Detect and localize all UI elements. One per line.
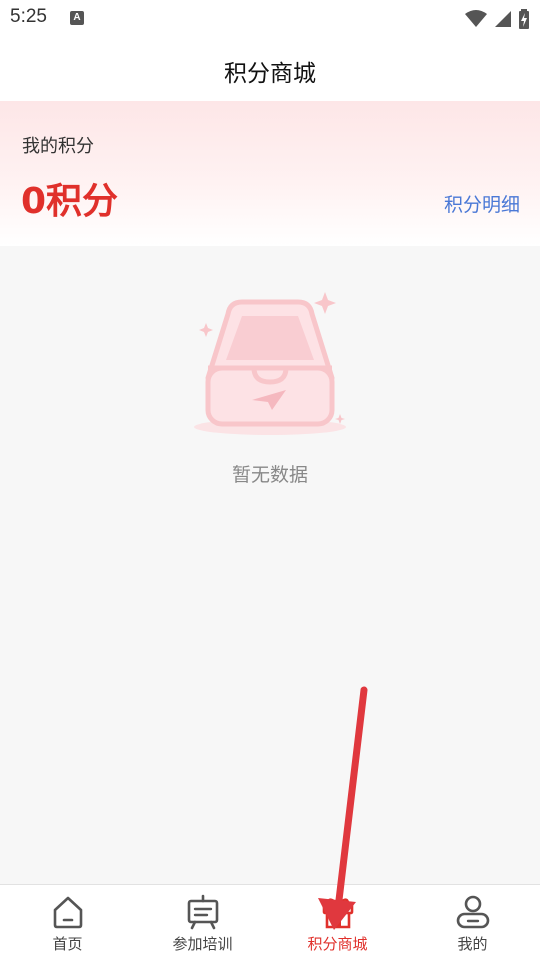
points-detail-link[interactable]: 积分明细 — [444, 190, 520, 217]
tab-home[interactable]: 首页 — [0, 885, 135, 960]
gift-icon — [322, 898, 353, 929]
points-card: 我的积分 0积分 积分明细 — [0, 101, 540, 246]
status-icons — [464, 8, 530, 29]
cell-signal-icon — [494, 10, 511, 27]
empty-inbox-icon — [194, 292, 346, 435]
notification-icon: A — [70, 11, 84, 25]
tab-points-mall-label: 积分商城 — [307, 935, 368, 953]
tab-home-label: 首页 — [52, 935, 83, 953]
training-board-icon — [187, 894, 218, 930]
status-bar: 5:25 A — [0, 0, 540, 36]
empty-state: 暂无数据 — [0, 246, 540, 884]
tab-bar: 首页 参加培训 积分商城 我的 — [0, 884, 540, 960]
status-time: 5:25 — [10, 6, 47, 27]
wifi-icon — [464, 9, 487, 27]
app-header: 积分商城 — [0, 36, 540, 101]
page-title: 积分商城 — [224, 61, 316, 87]
battery-icon — [519, 8, 529, 29]
tab-training[interactable]: 参加培训 — [135, 885, 270, 960]
points-value: 0积分 — [21, 181, 119, 222]
tab-points-mall[interactable]: 积分商城 — [270, 885, 405, 960]
tab-mine-label: 我的 — [457, 935, 488, 953]
tab-mine[interactable]: 我的 — [405, 885, 540, 960]
home-icon — [53, 896, 82, 929]
points-label: 我的积分 — [22, 136, 94, 157]
tab-training-label: 参加培训 — [172, 935, 233, 953]
empty-text: 暂无数据 — [231, 464, 308, 486]
profile-icon — [456, 895, 489, 929]
